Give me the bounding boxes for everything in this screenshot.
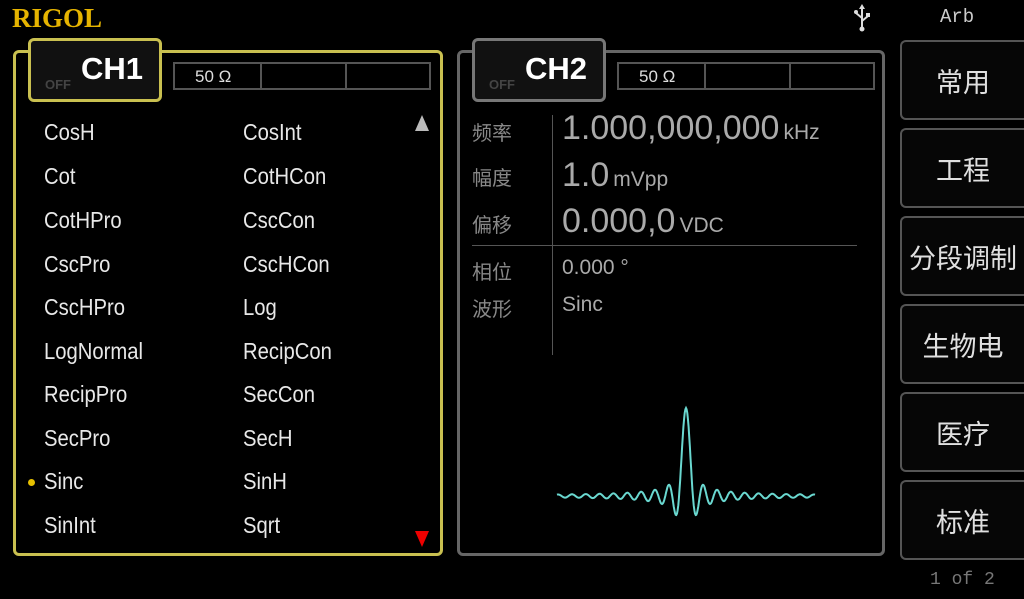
waveform-item[interactable]: CscHPro — [44, 294, 125, 321]
waveform-label: 波形 — [472, 299, 512, 321]
waveform-item[interactable]: SinH — [243, 468, 287, 495]
top-bar: RIGOL Arb — [0, 0, 1024, 36]
phase-label: 相位 — [472, 262, 512, 284]
ch2-tab[interactable]: OFF CH2 — [472, 38, 606, 102]
ch1-off-label: OFF — [45, 77, 71, 92]
scroll-down-icon[interactable] — [415, 531, 429, 547]
scroll-up-icon[interactable] — [415, 115, 429, 131]
waveform-item[interactable]: Cot — [44, 163, 76, 190]
waveform-value[interactable]: Sinc — [562, 293, 603, 317]
waveform-item[interactable]: SecH — [243, 425, 293, 452]
waveform-item[interactable]: CosInt — [243, 119, 302, 146]
ch1-load-indicator: 50 Ω — [173, 62, 431, 90]
freq-unit: kHz — [783, 121, 820, 144]
amp-label: 幅度 — [472, 168, 512, 190]
waveform-preview — [556, 405, 816, 517]
waveform-item[interactable]: Sqrt — [243, 512, 280, 539]
waveform-item[interactable]: CscHCon — [243, 251, 330, 278]
waveform-item[interactable]: SinInt — [44, 512, 96, 539]
ch2-load-value: 50 Ω — [639, 67, 676, 86]
waveform-item[interactable]: CotHCon — [243, 163, 326, 190]
waveform-item[interactable]: RecipCon — [243, 338, 332, 365]
amp-number: 1.0 — [562, 156, 610, 194]
divider — [472, 245, 857, 246]
waveform-item[interactable]: CscPro — [44, 251, 110, 278]
waveform-item[interactable]: Log — [243, 294, 277, 321]
mode-label: Arb — [940, 6, 975, 28]
divider — [552, 115, 553, 355]
amp-value[interactable]: 1.0 mVpp — [562, 156, 668, 195]
freq-number: 1.000,000,000 — [562, 109, 780, 147]
ch2-title: CH2 — [525, 51, 588, 86]
waveform-item[interactable]: CosH — [44, 119, 95, 146]
offset-value[interactable]: 0.000,0 VDC — [562, 202, 724, 241]
amp-unit: mVpp — [613, 168, 669, 191]
offset-label: 偏移 — [472, 215, 512, 237]
waveform-item-selected[interactable]: Sinc — [44, 468, 83, 495]
ch2-off-label: OFF — [489, 77, 515, 92]
waveform-item[interactable]: RecipPro — [44, 381, 127, 408]
softkey-standard[interactable]: 标准 — [900, 480, 1024, 560]
offset-number: 0.000,0 — [562, 202, 676, 240]
usb-icon — [854, 4, 870, 32]
brand-logo: RIGOL — [12, 3, 103, 33]
freq-label: 频率 — [472, 123, 512, 145]
waveform-item[interactable]: SecPro — [44, 425, 110, 452]
phase-value[interactable]: 0.000 ° — [562, 256, 629, 280]
freq-value[interactable]: 1.000,000,000 kHz — [562, 109, 820, 148]
waveform-item[interactable]: CscCon — [243, 207, 315, 234]
waveform-item[interactable]: CotHPro — [44, 207, 122, 234]
softkey-bioelectric[interactable]: 生物电 — [900, 304, 1024, 384]
softkey-medical[interactable]: 医疗 — [900, 392, 1024, 472]
sinc-waveform-trace — [556, 405, 816, 517]
offset-unit: VDC — [679, 214, 724, 237]
ch1-tab[interactable]: OFF CH1 — [28, 38, 162, 102]
waveform-item[interactable]: SecCon — [243, 381, 315, 408]
ch2-load-indicator: 50 Ω — [617, 62, 875, 90]
ch1-load-value: 50 Ω — [195, 67, 232, 86]
ch1-title: CH1 — [81, 51, 144, 86]
page-indicator[interactable]: 1 of 2 — [930, 570, 995, 590]
softkey-common[interactable]: 常用 — [900, 40, 1024, 120]
waveform-item[interactable]: LogNormal — [44, 338, 143, 365]
softkey-piecewise[interactable]: 分段调制 — [900, 216, 1024, 296]
softkey-engineering[interactable]: 工程 — [900, 128, 1024, 208]
selection-dot-icon — [28, 479, 35, 486]
